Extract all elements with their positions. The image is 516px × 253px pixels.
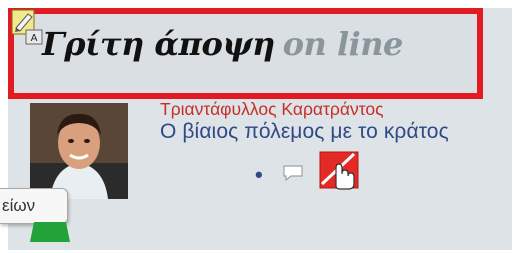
- post-title-link[interactable]: Ο βίαιος πόλεμος με το κράτος: [160, 118, 450, 146]
- comment-bubble-icon[interactable]: [282, 164, 304, 182]
- post-author[interactable]: Τριαντάφυλλος Καρατράντος: [160, 99, 384, 119]
- tooltip: είων: [0, 188, 68, 224]
- site-title[interactable]: Γρίτη άποψη on line: [42, 26, 403, 62]
- site-title-main: Γρίτη άποψη: [42, 25, 275, 63]
- green-tab-icon[interactable]: [28, 222, 72, 242]
- site-title-suffix: on line: [282, 25, 404, 63]
- edit-pencil-icon[interactable]: A: [10, 8, 44, 46]
- hand-cursor-icon[interactable]: [318, 148, 362, 192]
- tooltip-text: είων: [2, 196, 36, 215]
- post-title[interactable]: Ο βίαιος πόλεμος με το κράτος: [160, 120, 449, 143]
- edit-badge-letter: A: [31, 33, 38, 44]
- post-separator: •: [255, 162, 263, 187]
- author-avatar[interactable]: [30, 103, 128, 199]
